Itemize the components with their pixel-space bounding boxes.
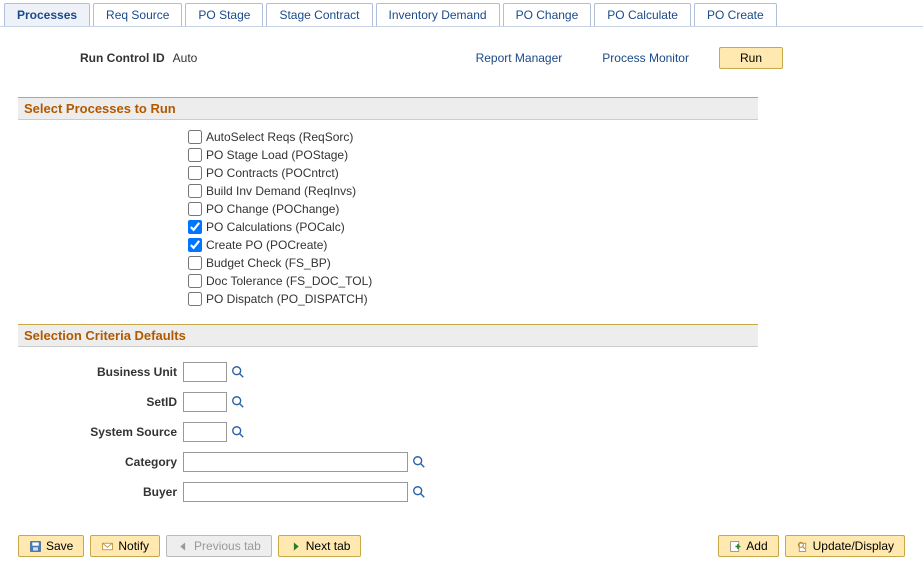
category-label: Category — [18, 455, 183, 469]
next-tab-label: Next tab — [306, 539, 351, 553]
process-checkbox[interactable] — [188, 292, 202, 306]
process-row: PO Dispatch (PO_DISPATCH) — [188, 290, 758, 308]
buyer-input[interactable] — [183, 482, 408, 502]
process-label[interactable]: Doc Tolerance (FS_DOC_TOL) — [206, 274, 372, 288]
process-row: Create PO (POCreate) — [188, 236, 758, 254]
add-button[interactable]: Add — [718, 535, 778, 557]
process-checkbox[interactable] — [188, 202, 202, 216]
setid-label: SetID — [18, 395, 183, 409]
save-icon — [29, 540, 42, 553]
section-criteria: Selection Criteria Defaults Business Uni… — [18, 324, 758, 517]
process-row: PO Change (POChange) — [188, 200, 758, 218]
notify-icon — [101, 540, 114, 553]
process-row: Budget Check (FS_BP) — [188, 254, 758, 272]
next-tab-button[interactable]: Next tab — [278, 535, 362, 557]
tab-po-stage[interactable]: PO Stage — [185, 3, 263, 26]
lookup-icon[interactable] — [411, 454, 427, 470]
lookup-icon[interactable] — [411, 484, 427, 500]
system-source-input[interactable] — [183, 422, 227, 442]
run-control-value: Auto — [173, 51, 198, 65]
update-display-icon — [796, 540, 809, 553]
process-row: Doc Tolerance (FS_DOC_TOL) — [188, 272, 758, 290]
tab-stage-contract[interactable]: Stage Contract — [266, 3, 372, 26]
criteria-form: Business Unit SetID System Source Catego… — [18, 347, 758, 517]
previous-tab-button: Previous tab — [166, 535, 272, 557]
lookup-icon[interactable] — [230, 364, 246, 380]
previous-tab-label: Previous tab — [194, 539, 261, 553]
tab-req-source[interactable]: Req Source — [93, 3, 182, 26]
save-label: Save — [46, 539, 73, 553]
process-label[interactable]: PO Stage Load (POStage) — [206, 148, 348, 162]
process-checkbox[interactable] — [188, 238, 202, 252]
update-display-button[interactable]: Update/Display — [785, 535, 905, 557]
lookup-icon[interactable] — [230, 424, 246, 440]
process-row: AutoSelect Reqs (ReqSorc) — [188, 128, 758, 146]
section-processes-header: Select Processes to Run — [18, 97, 758, 120]
process-label[interactable]: PO Dispatch (PO_DISPATCH) — [206, 292, 368, 306]
report-manager-link[interactable]: Report Manager — [476, 51, 563, 65]
process-label[interactable]: Build Inv Demand (ReqInvs) — [206, 184, 356, 198]
process-row: PO Stage Load (POStage) — [188, 146, 758, 164]
update-display-label: Update/Display — [813, 539, 894, 553]
next-tab-icon — [289, 540, 302, 553]
process-label[interactable]: Create PO (POCreate) — [206, 238, 327, 252]
process-checkbox[interactable] — [188, 220, 202, 234]
notify-label: Notify — [118, 539, 149, 553]
process-label[interactable]: Budget Check (FS_BP) — [206, 256, 331, 270]
process-checkbox[interactable] — [188, 148, 202, 162]
process-checkbox[interactable] — [188, 274, 202, 288]
business-unit-label: Business Unit — [18, 365, 183, 379]
notify-button[interactable]: Notify — [90, 535, 160, 557]
run-button[interactable]: Run — [719, 47, 783, 69]
tab-inventory-demand[interactable]: Inventory Demand — [376, 3, 500, 26]
top-row: Run Control ID Auto Report Manager Proce… — [0, 27, 923, 89]
process-checklist: AutoSelect Reqs (ReqSorc) PO Stage Load (… — [18, 120, 758, 316]
business-unit-input[interactable] — [183, 362, 227, 382]
process-label[interactable]: PO Calculations (POCalc) — [206, 220, 345, 234]
tab-po-change[interactable]: PO Change — [503, 3, 592, 26]
add-icon — [729, 540, 742, 553]
top-links: Report Manager Process Monitor — [476, 51, 689, 65]
section-processes: Select Processes to Run AutoSelect Reqs … — [18, 97, 758, 316]
process-row: PO Calculations (POCalc) — [188, 218, 758, 236]
system-source-label: System Source — [18, 425, 183, 439]
process-row: PO Contracts (POCntrct) — [188, 164, 758, 182]
tab-po-create[interactable]: PO Create — [694, 3, 777, 26]
process-label[interactable]: AutoSelect Reqs (ReqSorc) — [206, 130, 353, 144]
process-checkbox[interactable] — [188, 130, 202, 144]
process-label[interactable]: PO Change (POChange) — [206, 202, 339, 216]
bottom-toolbar: Save Notify Previous tab Next tab Add Up… — [0, 525, 923, 567]
process-checkbox[interactable] — [188, 256, 202, 270]
tab-strip: ProcessesReq SourcePO StageStage Contrac… — [0, 0, 923, 27]
previous-tab-icon — [177, 540, 190, 553]
add-label: Add — [746, 539, 767, 553]
run-control-label: Run Control ID — [80, 51, 165, 65]
buyer-label: Buyer — [18, 485, 183, 499]
tab-po-calculate[interactable]: PO Calculate — [594, 3, 691, 26]
process-checkbox[interactable] — [188, 184, 202, 198]
lookup-icon[interactable] — [230, 394, 246, 410]
process-monitor-link[interactable]: Process Monitor — [602, 51, 689, 65]
section-criteria-header: Selection Criteria Defaults — [18, 324, 758, 347]
process-row: Build Inv Demand (ReqInvs) — [188, 182, 758, 200]
save-button[interactable]: Save — [18, 535, 84, 557]
tab-processes[interactable]: Processes — [4, 3, 90, 26]
setid-input[interactable] — [183, 392, 227, 412]
category-input[interactable] — [183, 452, 408, 472]
process-checkbox[interactable] — [188, 166, 202, 180]
process-label[interactable]: PO Contracts (POCntrct) — [206, 166, 339, 180]
